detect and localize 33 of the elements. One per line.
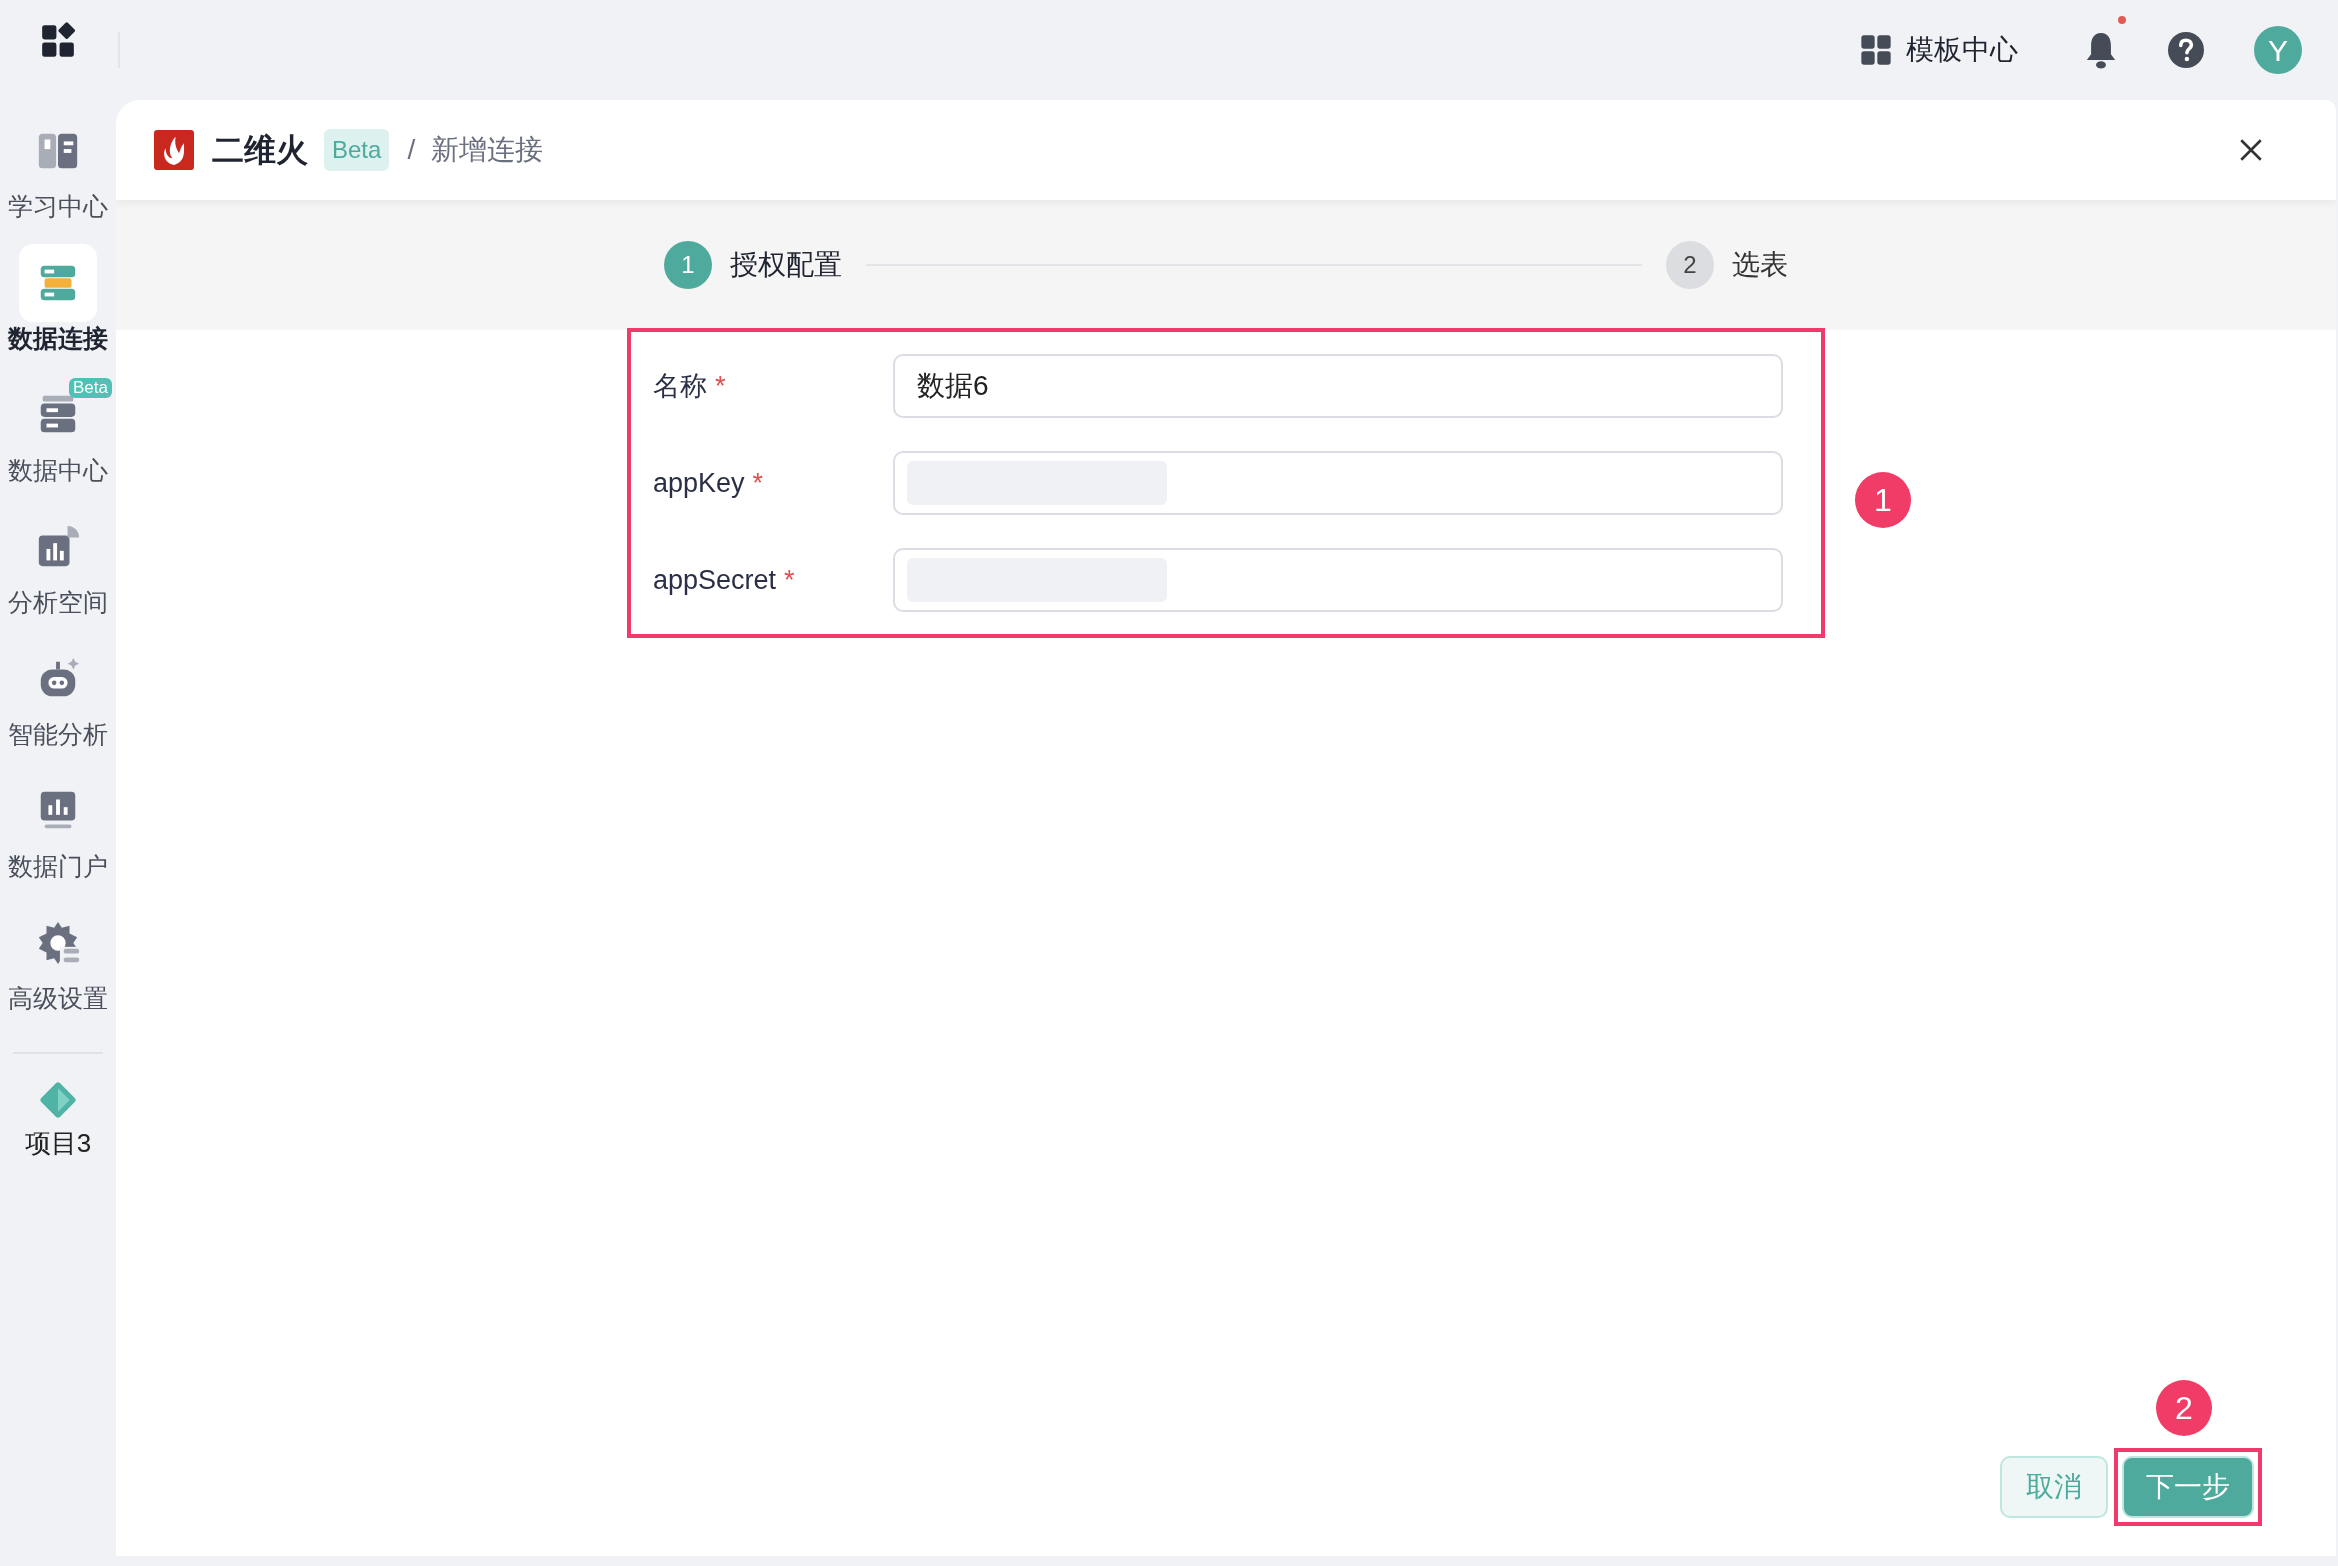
app-grid-icon[interactable] xyxy=(39,22,77,60)
template-center-button[interactable]: 模板中心 xyxy=(1860,29,2018,71)
close-icon[interactable] xyxy=(2238,137,2264,163)
project-label[interactable]: 项目3 xyxy=(24,1124,92,1163)
sidebar-item[interactable]: Beta 数据中心 xyxy=(2,376,114,486)
required-mark: * xyxy=(784,563,795,597)
breadcrumb-current: 新增连接 xyxy=(431,133,544,167)
sidebar-item[interactable]: 智能分析 xyxy=(2,640,114,750)
breadcrumb-separator: / xyxy=(407,133,416,167)
beta-badge: Beta xyxy=(69,378,112,398)
input-field[interactable] xyxy=(893,548,1783,612)
sidebar-item[interactable]: 学习中心 xyxy=(2,112,114,222)
callout-number: 1 xyxy=(1855,472,1911,528)
app-name: 二维火 xyxy=(212,131,308,170)
sidebar-item[interactable]: 分析空间 xyxy=(2,508,114,618)
field-label: 名称 xyxy=(653,369,707,403)
sidebar-item[interactable]: 高级设置 xyxy=(2,904,114,1014)
sidebar-item[interactable]: 数据门户 xyxy=(2,772,114,882)
help-icon[interactable] xyxy=(2168,32,2204,68)
required-mark: * xyxy=(715,369,726,403)
bell-icon xyxy=(2084,30,2118,70)
input-field[interactable] xyxy=(893,451,1783,515)
grid-icon xyxy=(1860,34,1892,66)
sidebar-item[interactable]: 数据连接 xyxy=(2,244,114,354)
step[interactable]: 1 授权配置 xyxy=(664,241,842,289)
field-label: appKey xyxy=(653,466,745,500)
flame-logo-icon xyxy=(154,130,194,170)
input-field[interactable]: 数据6 xyxy=(893,354,1783,418)
required-mark: * xyxy=(752,466,764,500)
step[interactable]: 2 选表 xyxy=(1666,241,1788,289)
callout-number: 2 xyxy=(2156,1380,2212,1436)
beta-tag: Beta xyxy=(324,129,390,171)
field-label: appSecret xyxy=(653,563,777,597)
